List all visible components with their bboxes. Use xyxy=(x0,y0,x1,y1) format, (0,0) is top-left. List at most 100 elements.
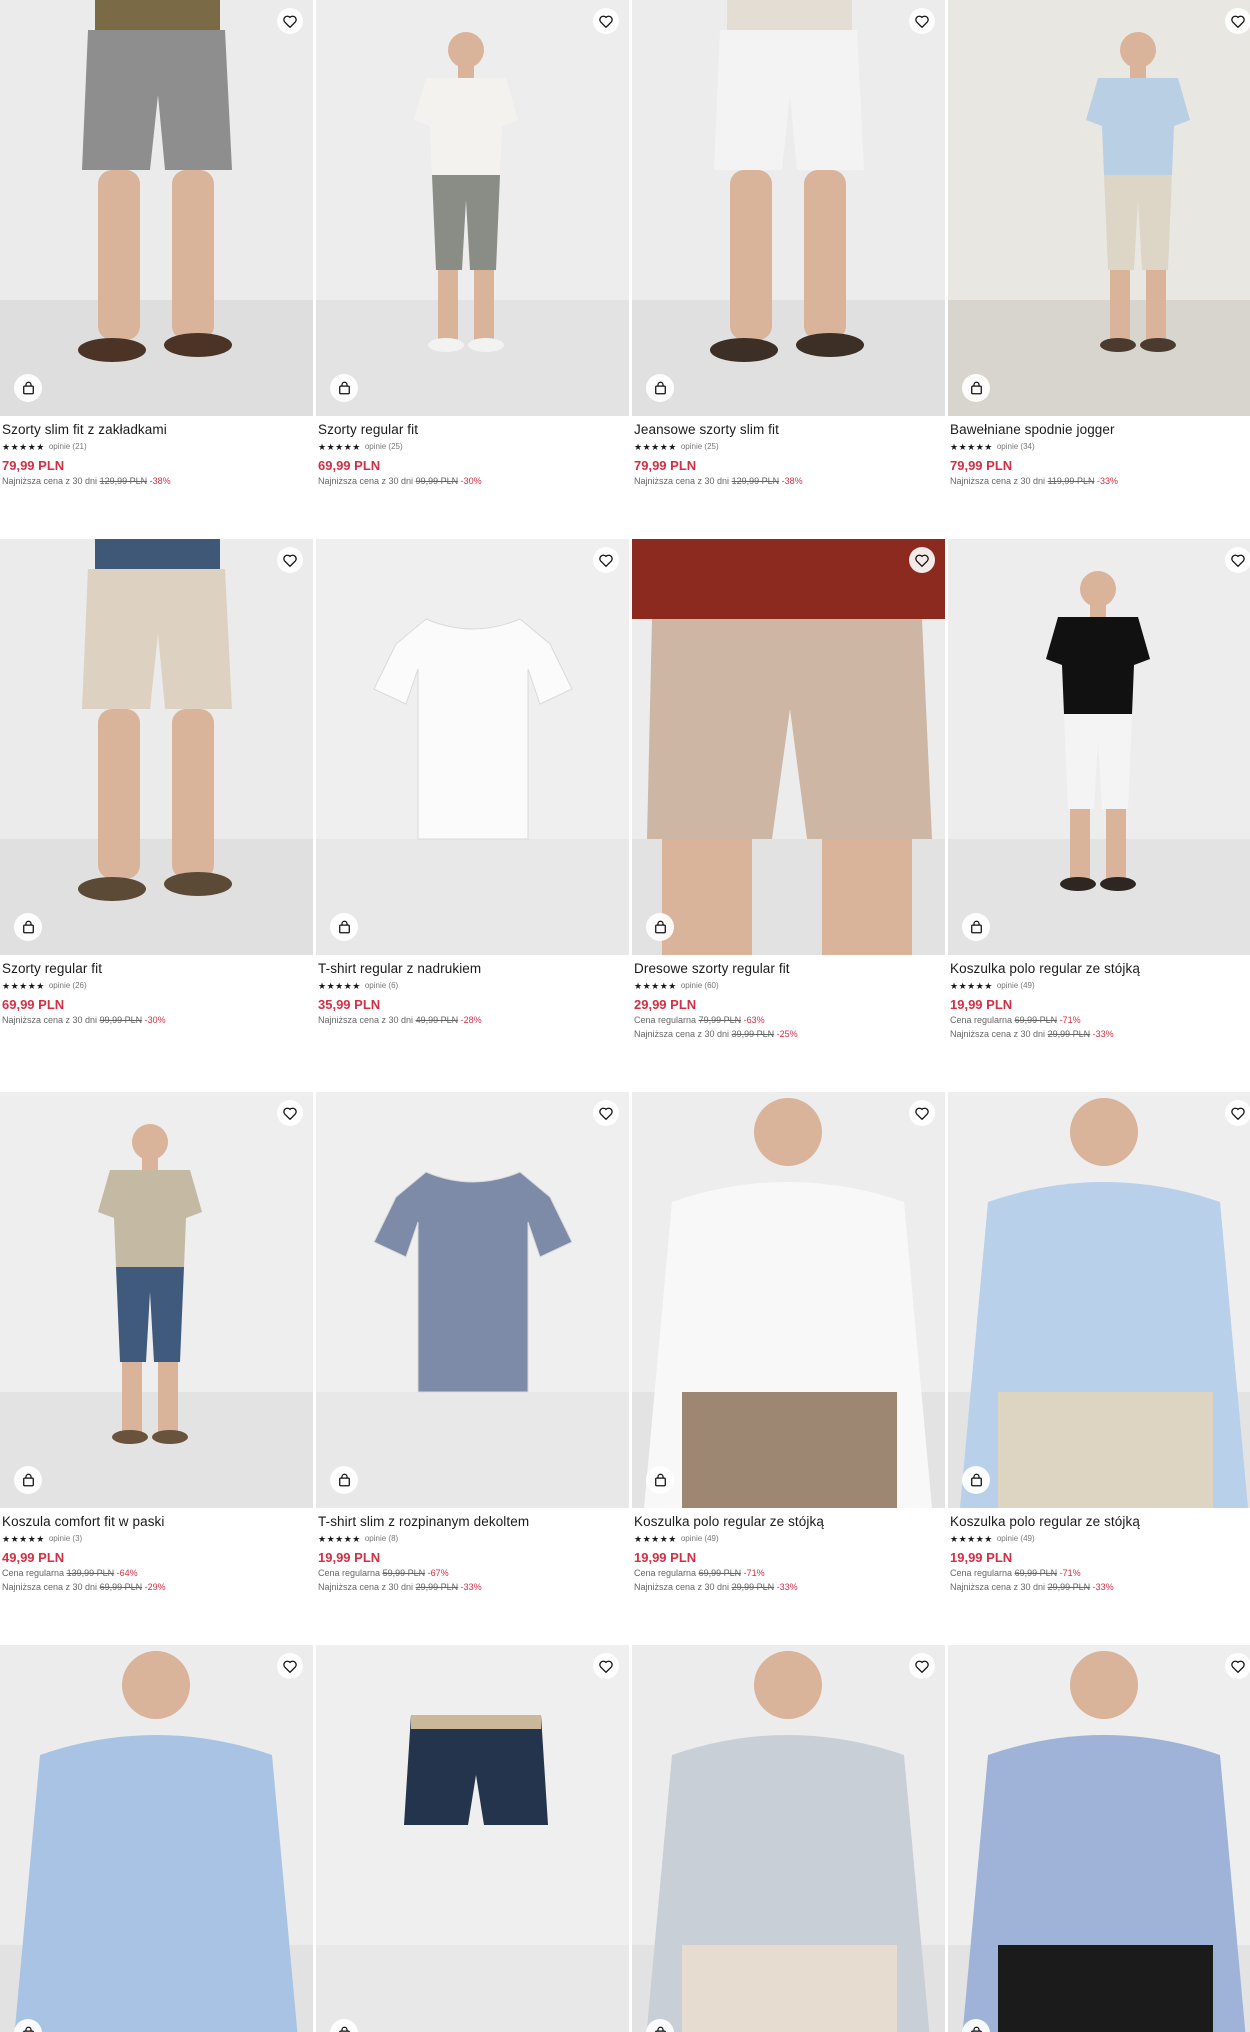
lowest-price: Najniższa cena z 30 dni 39,99 PLN -25% xyxy=(634,1027,943,1041)
product-card[interactable]: Szorty regular fit ★★★★★ opinie (26) 69,… xyxy=(0,539,313,1027)
review-count[interactable]: opinie (34) xyxy=(997,442,1035,452)
heart-icon[interactable] xyxy=(909,547,935,573)
product-card[interactable]: Koszulka polo regular ze stójką ★★★★★ op… xyxy=(948,1092,1250,1594)
review-count[interactable]: opinie (25) xyxy=(681,442,719,452)
product-card[interactable]: Koszulka polo regular ze stójką ★★★★★ op… xyxy=(948,539,1250,1041)
shopping-bag-icon[interactable] xyxy=(14,1466,42,1494)
lowest-price-label: Najniższa cena z 30 dni xyxy=(634,1029,730,1039)
lowest-price: Najniższa cena z 30 dni 129,99 PLN -38% xyxy=(2,474,311,488)
shopping-bag-icon[interactable] xyxy=(330,1466,358,1494)
product-card[interactable]: Szorty regular fit ★★★★★ opinie (25) 69,… xyxy=(316,0,629,488)
heart-icon[interactable] xyxy=(593,8,619,34)
product-card[interactable] xyxy=(632,1645,945,2032)
product-name[interactable]: T-shirt regular z nadrukiem xyxy=(318,961,627,977)
product-card[interactable]: Dresowe szorty regular fit ★★★★★ opinie … xyxy=(632,539,945,1041)
shopping-bag-icon[interactable] xyxy=(646,913,674,941)
product-info: T-shirt slim z rozpinanym dekoltem ★★★★★… xyxy=(316,1508,629,1594)
star-rating-icon: ★★★★★ xyxy=(318,981,361,991)
review-count[interactable]: opinie (60) xyxy=(681,981,719,991)
product-name[interactable]: Koszulka polo regular ze stójką xyxy=(634,1514,943,1530)
product-card[interactable] xyxy=(0,1645,313,2032)
review-count[interactable]: opinie (25) xyxy=(365,442,403,452)
regular-price-discount: -71% xyxy=(1059,1568,1081,1578)
product-image[interactable] xyxy=(316,539,629,955)
product-name[interactable]: Koszula comfort fit w paski xyxy=(2,1514,311,1530)
product-image[interactable] xyxy=(632,1645,945,2032)
heart-icon[interactable] xyxy=(1225,1100,1250,1126)
product-image[interactable] xyxy=(632,1092,945,1508)
regular-price-label: Cena regularna xyxy=(634,1015,697,1025)
product-grid: Szorty slim fit z zakładkami ★★★★★ opini… xyxy=(0,0,1250,2032)
product-name[interactable]: Koszulka polo regular ze stójką xyxy=(950,1514,1250,1530)
heart-icon[interactable] xyxy=(1225,8,1250,34)
product-card[interactable]: Bawełniane spodnie jogger ★★★★★ opinie (… xyxy=(948,0,1250,488)
shopping-bag-icon[interactable] xyxy=(330,913,358,941)
product-card[interactable] xyxy=(948,1645,1250,2032)
product-name[interactable]: Szorty regular fit xyxy=(318,422,627,438)
product-image[interactable] xyxy=(316,1645,629,2032)
shopping-bag-icon[interactable] xyxy=(646,374,674,402)
product-name[interactable]: Dresowe szorty regular fit xyxy=(634,961,943,977)
heart-icon[interactable] xyxy=(909,1100,935,1126)
product-image[interactable] xyxy=(632,0,945,416)
shopping-bag-icon[interactable] xyxy=(962,1466,990,1494)
shopping-bag-icon[interactable] xyxy=(962,913,990,941)
review-count[interactable]: opinie (49) xyxy=(997,1534,1035,1544)
lowest-price-label: Najniższa cena z 30 dni xyxy=(318,1582,414,1592)
review-count[interactable]: opinie (26) xyxy=(49,981,87,991)
review-count[interactable]: opinie (6) xyxy=(365,981,398,991)
shopping-bag-icon[interactable] xyxy=(962,374,990,402)
product-image[interactable] xyxy=(948,1645,1250,2032)
product-card[interactable]: T-shirt slim z rozpinanym dekoltem ★★★★★… xyxy=(316,1092,629,1594)
review-count[interactable]: opinie (49) xyxy=(997,981,1035,991)
heart-icon[interactable] xyxy=(1225,547,1250,573)
product-name[interactable]: T-shirt slim z rozpinanym dekoltem xyxy=(318,1514,627,1530)
product-card[interactable]: Koszulka polo regular ze stójką ★★★★★ op… xyxy=(632,1092,945,1594)
product-image[interactable] xyxy=(0,539,313,955)
product-name[interactable]: Bawełniane spodnie jogger xyxy=(950,422,1250,438)
review-count[interactable]: opinie (8) xyxy=(365,1534,398,1544)
regular-price-discount: -67% xyxy=(427,1568,449,1578)
review-count[interactable]: opinie (21) xyxy=(49,442,87,452)
shopping-bag-icon[interactable] xyxy=(14,374,42,402)
product-name[interactable]: Koszulka polo regular ze stójką xyxy=(950,961,1250,977)
star-rating-icon: ★★★★★ xyxy=(318,442,361,452)
product-image[interactable] xyxy=(948,1092,1250,1508)
heart-icon[interactable] xyxy=(277,8,303,34)
product-image[interactable] xyxy=(316,1092,629,1508)
product-card[interactable]: T-shirt regular z nadrukiem ★★★★★ opinie… xyxy=(316,539,629,1027)
heart-icon[interactable] xyxy=(593,1653,619,1679)
lowest-price-old: 129,99 PLN xyxy=(731,476,780,486)
shopping-bag-icon[interactable] xyxy=(646,1466,674,1494)
heart-icon[interactable] xyxy=(909,8,935,34)
product-image[interactable] xyxy=(632,539,945,955)
star-rating-icon: ★★★★★ xyxy=(2,442,45,452)
product-image[interactable] xyxy=(0,1645,313,2032)
product-card[interactable]: Koszula comfort fit w paski ★★★★★ opinie… xyxy=(0,1092,313,1594)
product-image[interactable] xyxy=(948,0,1250,416)
product-image[interactable] xyxy=(948,539,1250,955)
product-image[interactable] xyxy=(316,0,629,416)
product-name[interactable]: Szorty slim fit z zakładkami xyxy=(2,422,311,438)
product-rating: ★★★★★ opinie (49) xyxy=(950,980,1250,992)
product-card[interactable] xyxy=(316,1645,629,2032)
product-photo xyxy=(948,0,1250,416)
shopping-bag-icon[interactable] xyxy=(330,374,358,402)
heart-icon[interactable] xyxy=(909,1653,935,1679)
product-image[interactable] xyxy=(0,1092,313,1508)
lowest-price: Najniższa cena z 30 dni 99,99 PLN -30% xyxy=(2,1013,311,1027)
product-card[interactable]: Szorty slim fit z zakładkami ★★★★★ opini… xyxy=(0,0,313,488)
review-count[interactable]: opinie (3) xyxy=(49,1534,82,1544)
product-image[interactable] xyxy=(0,0,313,416)
heart-icon[interactable] xyxy=(593,1100,619,1126)
product-name[interactable]: Szorty regular fit xyxy=(2,961,311,977)
heart-icon[interactable] xyxy=(593,547,619,573)
heart-icon[interactable] xyxy=(277,1100,303,1126)
heart-icon[interactable] xyxy=(1225,1653,1250,1679)
heart-icon[interactable] xyxy=(277,1653,303,1679)
review-count[interactable]: opinie (49) xyxy=(681,1534,719,1544)
product-name[interactable]: Jeansowe szorty slim fit xyxy=(634,422,943,438)
heart-icon[interactable] xyxy=(277,547,303,573)
product-card[interactable]: Jeansowe szorty slim fit ★★★★★ opinie (2… xyxy=(632,0,945,488)
shopping-bag-icon[interactable] xyxy=(14,913,42,941)
